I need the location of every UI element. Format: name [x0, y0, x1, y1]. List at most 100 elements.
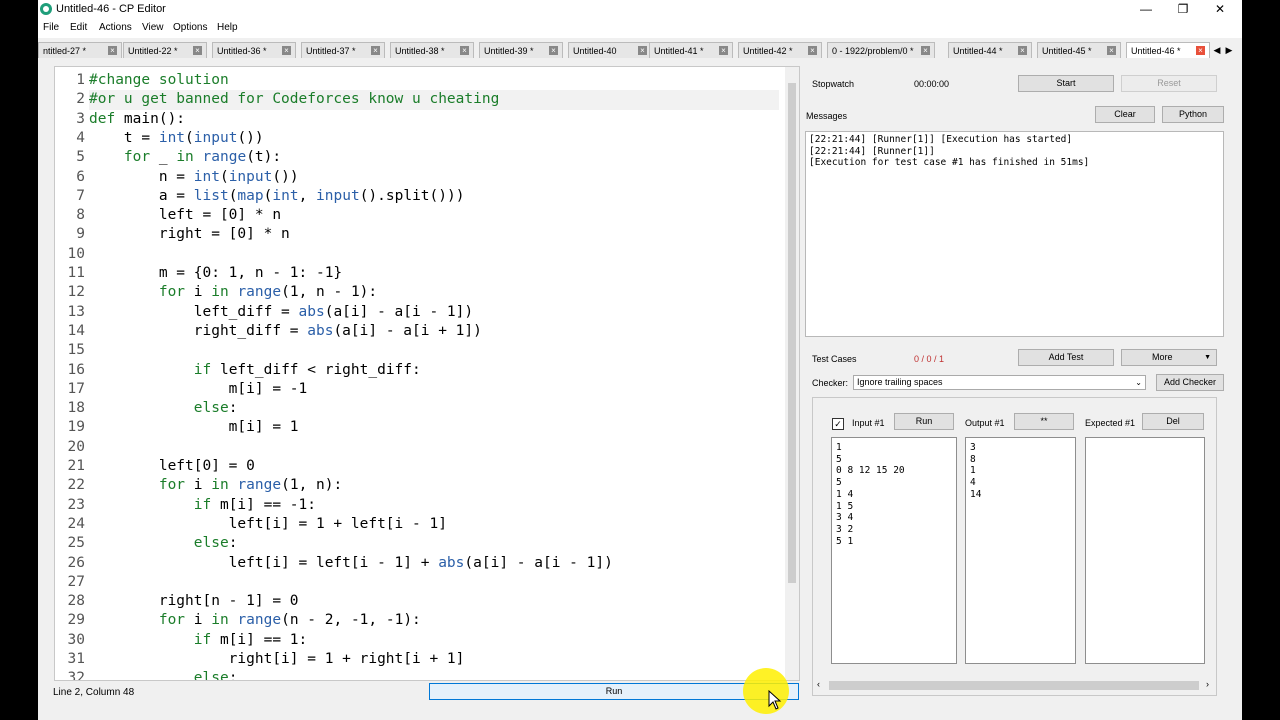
code-line[interactable]: def main(): [89, 110, 779, 129]
tab-untitled-37[interactable]: Untitled-37 * × [301, 42, 385, 58]
test-panel-horizontal-scrollbar[interactable]: ‹ › [815, 679, 1211, 692]
line-number: 21 [67, 458, 85, 474]
tab-untitled-22[interactable]: Untitled-22 * × [123, 42, 207, 58]
line-number: 8 [76, 207, 85, 224]
test-case-checkbox[interactable]: ✓ [832, 418, 844, 430]
tab-untitled-38[interactable]: Untitled-38 * × [390, 42, 474, 58]
tab-untitled-39[interactable]: Untitled-39 * × [479, 42, 563, 58]
close-icon[interactable]: × [1018, 46, 1027, 55]
language-button[interactable]: Python [1162, 106, 1224, 123]
code-line[interactable]: left[i] = left[i - 1] + abs(a[i] - a[i -… [89, 554, 779, 573]
maximize-button[interactable]: ❐ [1165, 0, 1201, 20]
code-line[interactable]: for _ in range(t): [89, 148, 779, 167]
code-line[interactable] [89, 573, 779, 592]
tab-untitled-44[interactable]: Untitled-44 * × [948, 42, 1032, 58]
tab-untitled-40[interactable]: Untitled-40 × [568, 42, 652, 58]
menu-options[interactable]: Options [173, 22, 207, 33]
menu-actions[interactable]: Actions [99, 22, 132, 33]
code-line[interactable]: else: [89, 399, 779, 418]
close-icon[interactable]: × [638, 46, 647, 55]
tab-untitled-45[interactable]: Untitled-45 * × [1037, 42, 1121, 58]
code-line[interactable]: right[n - 1] = 0 [89, 592, 779, 611]
close-icon[interactable]: × [460, 46, 469, 55]
close-icon[interactable]: × [371, 46, 380, 55]
chevron-down-icon: ⌄ [1135, 378, 1142, 387]
tab-untitled-41[interactable]: Untitled-41 * × [649, 42, 733, 58]
stopwatch-start-button[interactable]: Start [1018, 75, 1114, 92]
code-line[interactable] [89, 245, 779, 264]
scrollbar-thumb[interactable] [788, 83, 796, 583]
code-line[interactable]: t = int(input()) [89, 129, 779, 148]
stopwatch-reset-button[interactable]: Reset [1121, 75, 1217, 92]
menu-help[interactable]: Help [217, 22, 238, 33]
clear-messages-button[interactable]: Clear [1095, 106, 1155, 123]
code-line[interactable]: right_diff = abs(a[i] - a[i + 1]) [89, 322, 779, 341]
expected-textbox[interactable] [1085, 437, 1205, 664]
code-editor[interactable]: 1 2 3 4 5 6 7 8 9 10 11 12 13 14 15 16 17 18 19 20 21 22 23 24 2… [54, 66, 800, 681]
code-line[interactable]: if m[i] == 1: [89, 631, 779, 650]
checker-select[interactable]: Ignore trailing spaces ⌄ [853, 375, 1146, 390]
code-line[interactable]: else: [89, 669, 779, 680]
tab-untitled-42[interactable]: Untitled-42 * × [738, 42, 822, 58]
close-window-button[interactable]: ✕ [1202, 0, 1238, 20]
code-line[interactable]: n = int(input()) [89, 168, 779, 187]
tab-untitled-36[interactable]: Untitled-36 * × [212, 42, 296, 58]
menu-edit[interactable]: Edit [70, 22, 87, 33]
output-diff-button[interactable]: ** [1014, 413, 1074, 430]
tab-untitled-46[interactable]: Untitled-46 * × [1126, 42, 1210, 58]
close-icon[interactable]: × [282, 46, 291, 55]
menu-view[interactable]: View [142, 22, 164, 33]
tab-scroll-left-icon[interactable]: ◀ [1212, 43, 1222, 57]
code-line[interactable]: left = [0] * n [89, 206, 779, 225]
line-number: 25 [67, 535, 85, 552]
code-line[interactable]: #change solution [89, 71, 779, 90]
output-textbox[interactable]: 3 8 1 4 14 [965, 437, 1076, 664]
code-line[interactable]: for i in range(1, n - 1): [89, 283, 779, 302]
code-line[interactable]: left[i] = 1 + left[i - 1] [89, 515, 779, 534]
close-icon[interactable]: × [921, 46, 930, 55]
line-number: 20 [67, 438, 85, 455]
code-line[interactable]: if left_diff < right_diff: [89, 361, 779, 380]
minimize-button[interactable]: — [1128, 0, 1164, 20]
tab-scroll-right-icon[interactable]: ▶ [1224, 43, 1234, 57]
code-line[interactable]: right[i] = 1 + right[i + 1] [89, 650, 779, 669]
more-button[interactable]: More ▼ [1121, 349, 1217, 366]
code-line[interactable]: if m[i] == -1: [89, 496, 779, 515]
close-icon[interactable]: × [108, 46, 117, 55]
scrollbar-thumb[interactable] [829, 681, 1199, 690]
code-line[interactable]: left_diff = abs(a[i] - a[i - 1]) [89, 303, 779, 322]
code-line[interactable] [89, 438, 779, 457]
close-icon[interactable]: × [193, 46, 202, 55]
run-test-button[interactable]: Run [894, 413, 954, 430]
delete-test-button[interactable]: Del [1142, 413, 1204, 430]
code-line[interactable]: a = list(map(int, input().split())) [89, 187, 779, 206]
tab-untitled-27[interactable]: ntitled-27 * × [38, 42, 122, 58]
code-line[interactable]: for i in range(n - 2, -1, -1): [89, 611, 779, 630]
code-line[interactable]: #or u get banned for Codeforces know u c… [89, 90, 779, 110]
code-line[interactable]: m[i] = 1 [89, 418, 779, 437]
close-icon[interactable]: × [1196, 46, 1205, 55]
close-icon[interactable]: × [808, 46, 817, 55]
menu-file[interactable]: File [43, 22, 59, 33]
text-line: 0 8 12 15 20 [836, 465, 905, 477]
add-checker-button[interactable]: Add Checker [1156, 374, 1224, 391]
close-icon[interactable]: × [1107, 46, 1116, 55]
tab-label: Untitled-42 * [743, 46, 793, 56]
line-number: 2 [76, 91, 85, 108]
tab-label: Untitled-46 * [1131, 46, 1181, 56]
editor-vertical-scrollbar[interactable] [785, 67, 799, 680]
chevron-right-icon[interactable]: › [1206, 679, 1209, 689]
code-line[interactable]: m = {0: 1, n - 1: -1} [89, 264, 779, 283]
tab-problem-1922[interactable]: 0 - 1922/problem/0 * × [827, 42, 935, 58]
input-textbox[interactable]: 150 8 12 15 20 5 1 41 53 43 25 1 [831, 437, 957, 664]
code-line[interactable] [89, 341, 779, 360]
code-line[interactable]: m[i] = -1 [89, 380, 779, 399]
chevron-left-icon[interactable]: ‹ [817, 679, 820, 689]
code-line[interactable]: right = [0] * n [89, 225, 779, 244]
add-test-button[interactable]: Add Test [1018, 349, 1114, 366]
close-icon[interactable]: × [549, 46, 558, 55]
code-line[interactable]: left[0] = 0 [89, 457, 779, 476]
close-icon[interactable]: × [719, 46, 728, 55]
code-line[interactable]: for i in range(1, n): [89, 476, 779, 495]
code-line[interactable]: else: [89, 534, 779, 553]
